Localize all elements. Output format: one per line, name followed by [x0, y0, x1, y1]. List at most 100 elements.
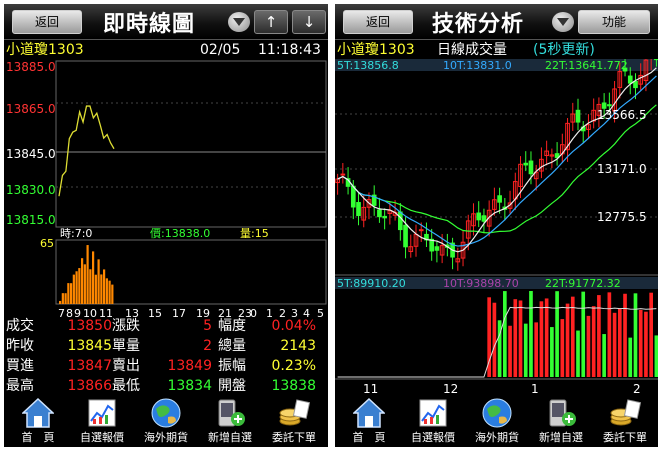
price-panel-frame [55, 60, 327, 228]
candle-body [340, 173, 346, 176]
candle-body [627, 75, 633, 84]
volume-bar [70, 283, 73, 304]
volume-bar [503, 291, 507, 377]
quote-chart-icon [86, 397, 118, 429]
volume-bar [86, 245, 89, 304]
volume-bar [644, 311, 648, 377]
home-icon [21, 397, 55, 429]
volume-bar [81, 258, 84, 304]
quote-chart-icon [417, 397, 449, 429]
date-axis: 11 12 1 2 [363, 382, 641, 395]
candle-body [397, 211, 403, 231]
nav-label: 新增自選 [539, 431, 583, 444]
volume-bars [487, 291, 658, 377]
stat-label: 昨收 [6, 338, 34, 354]
globe-icon [481, 397, 513, 429]
price-axis: 13885.0 13865.0 13845.0 13830.0 13815.0 [6, 60, 56, 227]
volume-bar [565, 303, 570, 377]
candle-body [654, 59, 658, 61]
volume-max-label: 65 [40, 237, 54, 250]
nav-item[interactable]: 自選報價 [70, 395, 134, 447]
nav-item[interactable]: 自選報價 [401, 395, 465, 447]
stat-value: 13845 [67, 338, 112, 354]
nav-item[interactable]: 海外期貨 [465, 395, 529, 447]
volume-bar [103, 269, 106, 304]
nav-item[interactable]: 委託下單 [593, 395, 657, 447]
volume-bar [550, 327, 554, 377]
volume-bar [497, 320, 502, 377]
stat-value: 0.23% [271, 358, 316, 374]
nav-item[interactable]: 海外期貨 [134, 395, 198, 447]
volume-bar [78, 268, 81, 304]
volume-bar [89, 269, 92, 304]
date-tick: 2 [633, 382, 641, 395]
volume-bar [67, 283, 70, 304]
candle-body [575, 109, 581, 123]
candle-body [481, 215, 487, 222]
coins-icon [609, 397, 642, 429]
stat-label: 最高 [6, 378, 34, 394]
up-button[interactable]: ↑ [254, 10, 288, 34]
stat-label: 開盤 [218, 378, 246, 394]
volume-bar [649, 292, 653, 377]
nav-item[interactable]: 新增自選 [529, 395, 593, 447]
candle-body [418, 229, 424, 232]
page-title: 技術分析 [432, 12, 525, 37]
stat-label: 最低 [112, 378, 140, 394]
nav-item[interactable]: 首 頁 [6, 395, 70, 447]
stat-value: 13847 [67, 358, 112, 374]
add-phone-icon [545, 397, 577, 429]
coins-icon [278, 397, 311, 429]
volume-bar [492, 302, 497, 377]
nav-label: 委託下單 [603, 431, 647, 444]
volume-bar [72, 274, 75, 304]
stat-label: 振幅 [218, 358, 246, 374]
volume-bar [591, 306, 596, 377]
volume-bar [638, 309, 643, 377]
price-tick: 13566.5 [597, 108, 647, 122]
stat-value: 13849 [167, 358, 212, 374]
nav-label: 新增自選 [208, 431, 252, 444]
volume-bar [61, 293, 64, 304]
realtime-price-chart[interactable]: 13885.0 13865.0 13845.0 13830.0 13815.0 時:7:… [4, 59, 328, 319]
nav-item[interactable]: 新增自選 [198, 395, 262, 447]
back-button[interactable]: 返回 [12, 10, 82, 34]
nav-item[interactable]: 首 頁 [337, 395, 401, 447]
nav-item[interactable]: 委託下單 [262, 395, 326, 447]
stat-value: 13850 [67, 318, 112, 334]
price-tick: 13171.0 [597, 162, 647, 176]
volume-bar [523, 323, 528, 377]
volume-bar [105, 278, 108, 304]
price-tick: 13830.0 [6, 183, 56, 197]
volume-bars [59, 245, 114, 304]
stat-value: 13838 [271, 378, 316, 394]
nav-label: 首 頁 [352, 431, 386, 444]
price-line [58, 105, 115, 197]
dropdown-icon[interactable] [552, 12, 574, 32]
price-tick: 13845.0 [6, 147, 56, 161]
bottom-nav: 首 頁 自選報價 海外期貨 新增自選 委託下單 [4, 395, 328, 447]
candle-body [497, 195, 502, 203]
nav-label: 自選報價 [80, 431, 124, 444]
ma5-price-label: 5T:13856.8 [337, 59, 399, 72]
volume-bar [83, 264, 86, 304]
quote-date: 02/05 [200, 42, 241, 58]
technical-analysis-chart[interactable]: 5T:13856.8 10T:13831.0 22T:13641.772 135… [335, 59, 658, 395]
quote-time: 11:18:43 [258, 42, 321, 58]
function-button[interactable]: 功能 [578, 10, 650, 34]
down-button[interactable]: ↓ [292, 10, 326, 34]
stat-value: 13834 [167, 378, 212, 394]
stat-label: 成交 [6, 318, 34, 334]
nav-label: 海外期貨 [475, 431, 519, 444]
contract-name: 小道瓊1303 [6, 42, 84, 58]
stat-label: 漲跌 [112, 318, 140, 334]
back-button[interactable]: 返回 [343, 10, 413, 34]
volume-bar [612, 312, 617, 377]
volume-bar [108, 280, 111, 304]
volume-bar [539, 301, 544, 377]
dropdown-icon[interactable] [228, 12, 250, 32]
volume-bar [560, 319, 565, 377]
stat-label: 總量 [218, 338, 246, 354]
cursor-time: 時:7:0 [60, 227, 92, 240]
volume-bar [628, 337, 633, 377]
